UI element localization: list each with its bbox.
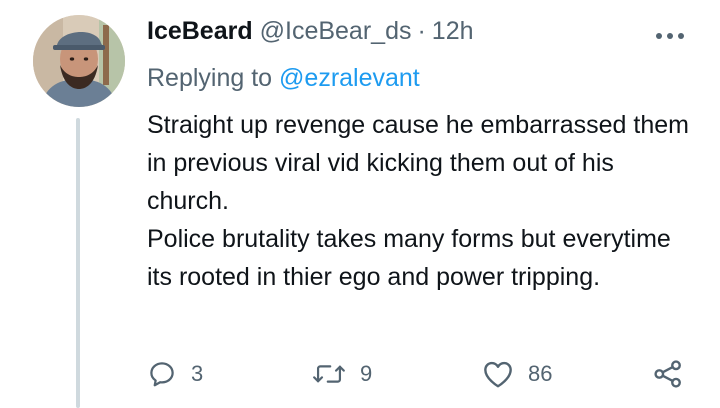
retweet-count: 9 [360, 361, 373, 386]
separator-dot: · [417, 17, 426, 45]
avatar[interactable] [33, 15, 125, 107]
share-button[interactable] [652, 352, 684, 396]
mention-link[interactable]: @ezralevant [279, 64, 420, 92]
thread-line [76, 118, 80, 408]
replying-to-label: Replying to [147, 64, 273, 92]
heart-icon [484, 361, 512, 388]
like-count: 86 [528, 361, 553, 386]
timestamp[interactable]: 12h [432, 17, 474, 46]
user-handle[interactable]: @IceBear_ds [260, 17, 412, 46]
like-button[interactable]: 86 [482, 352, 552, 396]
avatar-photo [33, 15, 125, 107]
tweet[interactable]: IceBeard @IceBear_ds · 12h Replying to @… [0, 0, 720, 408]
action-bar: 3 9 86 [147, 352, 692, 396]
retweet-icon [313, 365, 345, 383]
reply-icon [150, 362, 174, 387]
reply-button[interactable]: 3 [147, 352, 203, 396]
tweet-body: Straight up revenge cause he embarrassed… [147, 106, 697, 296]
retweet-button[interactable]: 9 [312, 352, 372, 396]
tweet-paragraph: Police brutality takes many forms but ev… [147, 225, 671, 291]
more-button[interactable] [650, 18, 690, 54]
more-icon [656, 33, 684, 39]
display-name[interactable]: IceBeard [147, 17, 253, 46]
tweet-header: IceBeard @IceBear_ds · 12h [147, 17, 474, 53]
share-icon [654, 360, 681, 388]
reply-count: 3 [191, 361, 204, 386]
replying-to: Replying to @ezralevant [147, 64, 420, 93]
tweet-paragraph: Straight up revenge cause he embarrassed… [147, 111, 689, 215]
